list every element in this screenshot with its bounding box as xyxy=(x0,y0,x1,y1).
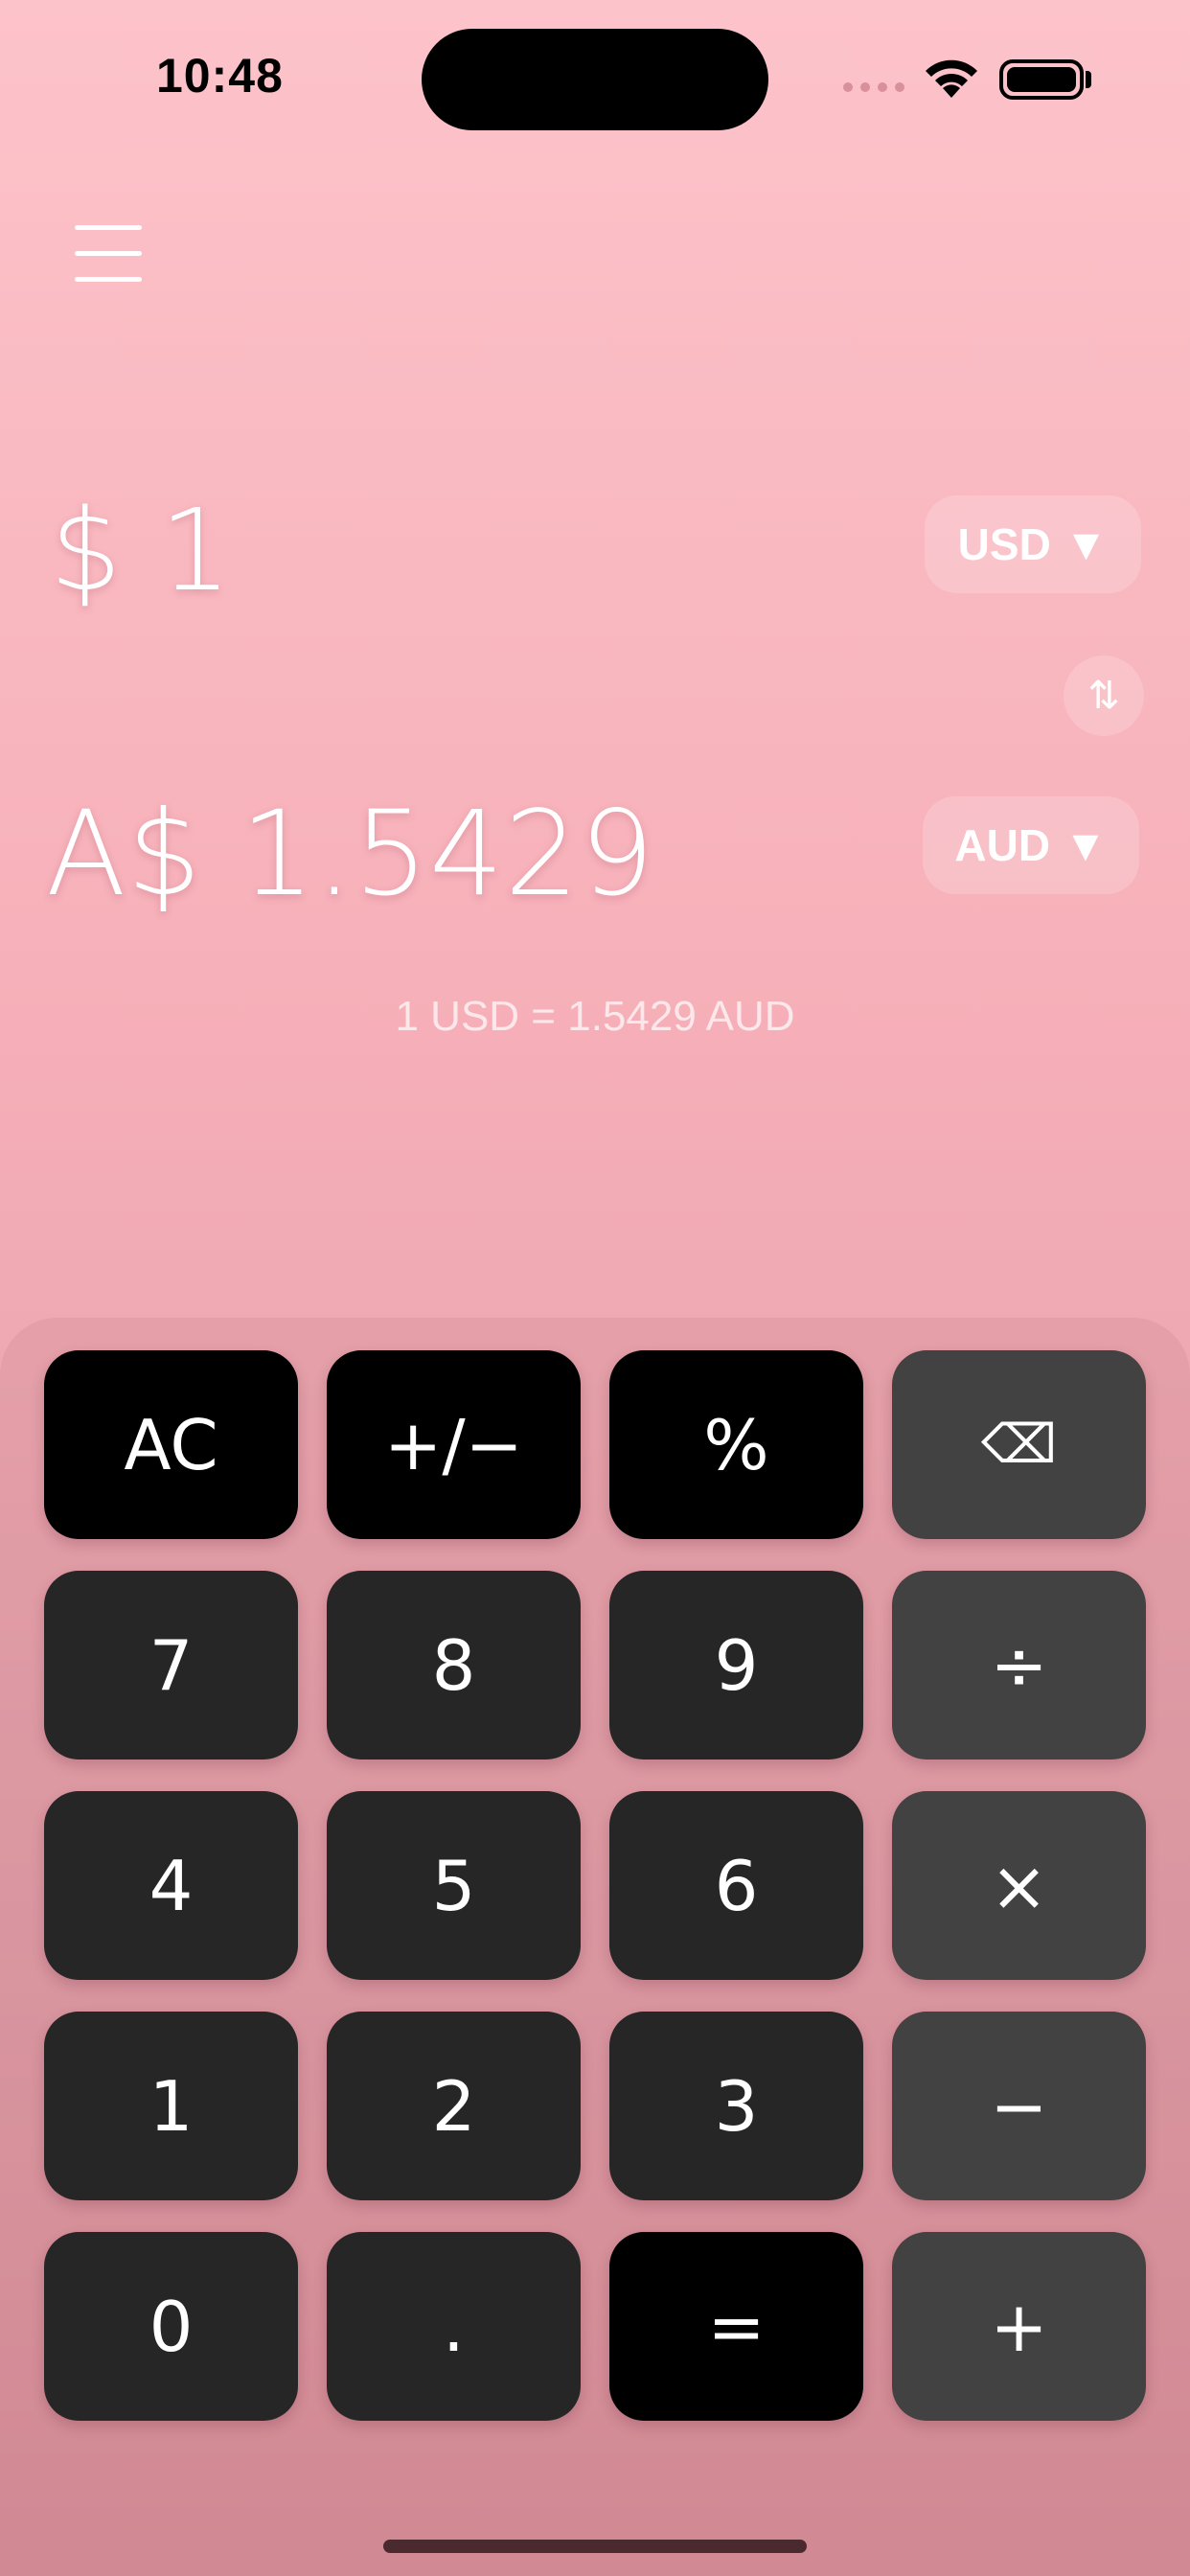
from-amount: $ 1 xyxy=(50,484,233,616)
digit-4-button[interactable]: 4 xyxy=(44,1791,298,1980)
menu-button[interactable] xyxy=(75,225,142,283)
digit-3-button[interactable]: 3 xyxy=(609,2012,863,2200)
battery-icon xyxy=(999,59,1084,100)
swap-currencies-button[interactable]: ⇅ xyxy=(1064,656,1144,736)
chevron-down-icon: ▼ xyxy=(1064,820,1108,870)
status-time: 10:48 xyxy=(156,49,284,103)
decimal-button[interactable]: . xyxy=(327,2232,581,2421)
digit-6-button[interactable]: 6 xyxy=(609,1791,863,1980)
subtract-button[interactable]: − xyxy=(892,2012,1146,2200)
menu-icon-bar xyxy=(75,277,142,282)
digit-5-button[interactable]: 5 xyxy=(327,1791,581,1980)
exchange-rate-text: 1 USD = 1.5429 AUD xyxy=(395,993,795,1040)
digit-0-button[interactable]: 0 xyxy=(44,2232,298,2421)
cellular-signal-icon xyxy=(843,82,904,92)
multiply-button[interactable]: × xyxy=(892,1791,1146,1980)
plus-minus-button[interactable]: +/− xyxy=(327,1350,581,1539)
clear-button[interactable]: AC xyxy=(44,1350,298,1539)
chevron-down-icon: ▼ xyxy=(1064,519,1109,569)
digit-1-button[interactable]: 1 xyxy=(44,2012,298,2200)
percent-button[interactable]: % xyxy=(609,1350,863,1539)
equals-button[interactable]: = xyxy=(609,2232,863,2421)
add-button[interactable]: + xyxy=(892,2232,1146,2421)
menu-icon-bar xyxy=(75,225,142,230)
digit-9-button[interactable]: 9 xyxy=(609,1571,863,1760)
from-currency-label: USD xyxy=(957,519,1051,569)
battery-cap xyxy=(1086,71,1091,88)
wifi-icon xyxy=(926,59,977,98)
to-amount: A$ 1.5429 xyxy=(46,786,655,922)
backspace-button[interactable]: ⌫ xyxy=(892,1350,1146,1539)
to-currency-selector[interactable]: AUD ▼ xyxy=(923,796,1139,894)
digit-7-button[interactable]: 7 xyxy=(44,1571,298,1760)
menu-icon-bar xyxy=(75,251,142,256)
home-indicator[interactable] xyxy=(383,2540,807,2553)
to-currency-label: AUD xyxy=(954,820,1051,870)
dynamic-island xyxy=(422,29,768,130)
swap-icon: ⇅ xyxy=(1087,675,1120,717)
from-currency-selector[interactable]: USD ▼ xyxy=(925,495,1141,593)
divide-button[interactable]: ÷ xyxy=(892,1571,1146,1760)
digit-8-button[interactable]: 8 xyxy=(327,1571,581,1760)
digit-2-button[interactable]: 2 xyxy=(327,2012,581,2200)
